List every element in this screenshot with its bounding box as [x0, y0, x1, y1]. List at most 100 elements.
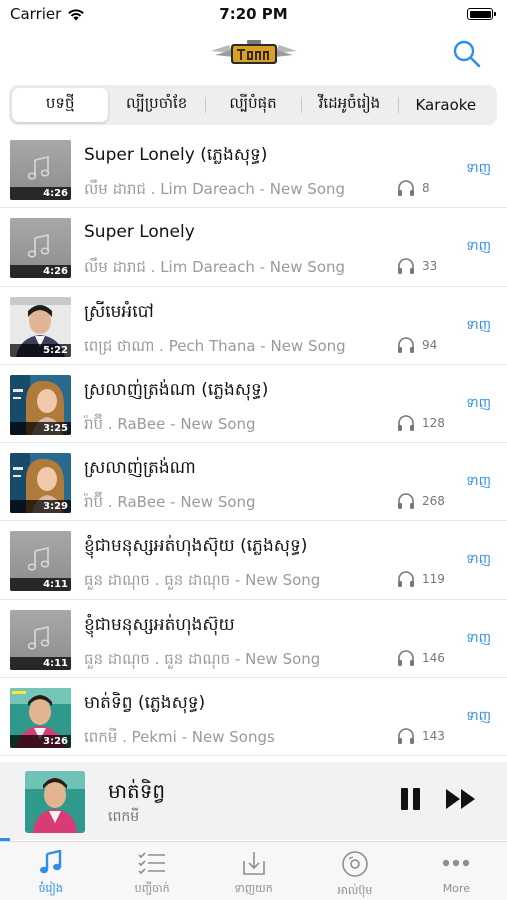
song-row[interactable]: 3:25 ស្រលាញ់ត្រង់ណា (ភ្លេងសុទ្ធ) រ៉ាប៊ី . … — [0, 365, 507, 444]
play-count-value: 94 — [422, 337, 438, 352]
more-icon — [443, 859, 470, 867]
play-count-value: 128 — [422, 415, 445, 430]
song-artist: រ៉ាប៊ី . RaBee - New Song — [84, 414, 256, 433]
download-button[interactable]: ទាញ — [466, 630, 491, 649]
song-title: Super Lonely — [84, 222, 195, 243]
download-button[interactable]: ទាញ — [466, 160, 491, 179]
play-count: 33 — [396, 256, 437, 276]
song-duration: 3:29 — [10, 500, 71, 514]
headphones-icon — [398, 258, 414, 275]
download-button[interactable]: ទាញ — [466, 551, 491, 570]
song-duration: 3:25 — [10, 421, 71, 435]
song-thumbnail: 4:26 — [10, 140, 71, 200]
song-thumbnail: 3:26 — [10, 688, 71, 749]
song-artist: រ៉ាប៊ី . RaBee - New Song — [84, 493, 256, 512]
song-artist: ធួន ដាណុច . ធួន ដាណុច - New Song — [84, 571, 321, 590]
album-icon — [342, 851, 368, 877]
song-duration: 4:26 — [10, 265, 71, 279]
song-duration: 4:11 — [10, 578, 71, 592]
tabbar-album[interactable]: អាល់ប៊ុម — [304, 842, 405, 900]
song-row[interactable]: 4:11 ខ្ញុំជាមនុស្សអត់ហុងស៊ុយធួន ដាណុច . ធ… — [0, 600, 507, 679]
song-thumbnail: 3:29 — [10, 453, 71, 514]
download-button[interactable]: ទាញ — [466, 395, 491, 414]
battery-icon — [467, 8, 496, 20]
category-tabs: បទថ្មី ល្បីប្រចាំខែ ល្បីបំផុត វីដេអូចំរៀ… — [9, 85, 497, 125]
tab-music-videos[interactable]: វីដេអូចំរៀង — [301, 88, 397, 122]
tab-karaoke[interactable]: Karaoke — [397, 88, 494, 122]
song-title: ខ្ញុំជាមនុស្សអត់ហុងស៊ុយ — [84, 614, 235, 635]
download-button[interactable]: ទាញ — [466, 708, 491, 727]
tonn-logo-icon — [209, 37, 299, 71]
song-duration: 4:26 — [10, 187, 71, 200]
play-count-value: 119 — [422, 572, 445, 587]
song-title: មាត់ទិព្វ (ភ្លេងសុទ្ធ) — [84, 693, 206, 714]
play-count: 8 — [396, 178, 430, 198]
carrier-label: Carrier — [10, 5, 62, 23]
song-title: Super Lonely (ភ្លេងសុទ្ធ) — [84, 145, 268, 165]
mini-player[interactable]: មាត់ទិព្វ ពេកមី — [0, 762, 507, 840]
tabbar-album-label: អាល់ប៊ុម — [337, 884, 373, 897]
tabbar-playlist[interactable]: បញ្ជីចាក់ — [101, 842, 202, 900]
song-row[interactable]: 5:22 ស្រីមេអំបៅពេជ្រ ថាណា . Pech Thana - … — [0, 287, 507, 365]
song-duration: 5:22 — [10, 343, 71, 357]
song-thumbnail: 4:11 — [10, 609, 71, 670]
pause-button[interactable] — [400, 786, 422, 812]
now-playing-title: មាត់ទិព្វ — [108, 779, 166, 803]
play-count-value: 8 — [422, 181, 430, 195]
tab-top-hits[interactable]: ល្បីបំផុត — [204, 88, 301, 122]
headphones-icon — [398, 571, 414, 588]
song-title: ស្រីមេអំបៅ — [84, 301, 154, 322]
song-thumbnail: 3:25 — [10, 374, 71, 435]
tabbar-songs-label: ចំរៀង — [38, 882, 63, 895]
play-count: 128 — [396, 413, 445, 433]
song-row[interactable]: 3:26 មាត់ទិព្វ (ភ្លេងសុទ្ធ) ពេកមី . Pekmi … — [0, 678, 507, 757]
song-artist: ធួន ដាណុច . ធួន ដាណុច - New Song — [84, 649, 321, 668]
tabbar-download-label: ទាញយក — [234, 882, 273, 895]
tab-monthly-hits[interactable]: ល្បីប្រចាំខែ — [108, 88, 204, 122]
song-thumbnail: 4:26 — [10, 218, 71, 279]
tabbar-playlist-label: បញ្ជីចាក់ — [134, 882, 170, 895]
search-button[interactable] — [451, 38, 483, 70]
now-playing-artwork — [25, 771, 85, 833]
song-thumbnail: 5:22 — [10, 296, 71, 357]
next-track-button[interactable] — [444, 786, 478, 812]
status-left: Carrier — [10, 5, 85, 23]
song-thumbnail: 4:11 — [10, 531, 71, 592]
play-count: 268 — [396, 491, 445, 511]
download-button[interactable]: ទាញ — [466, 317, 491, 336]
tab-bar: ចំរៀង បញ្ជីចាក់ ទាញយក អាល់ប៊ុម More — [0, 841, 507, 900]
play-count: 119 — [396, 569, 445, 589]
song-title: ស្រលាញ់ត្រង់ណា (ភ្លេងសុទ្ធ) — [84, 379, 269, 400]
tabbar-more-label: More — [442, 882, 470, 895]
download-button[interactable]: ទាញ — [466, 238, 491, 257]
song-artist: ពេកមី . Pekmi - New Songs — [84, 728, 275, 747]
song-row[interactable]: 4:11 ខ្ញុំជាមនុស្សអត់ហុងស៊ុយ (ភ្លេងសុទ្ធ)… — [0, 521, 507, 600]
download-icon — [242, 852, 265, 875]
song-row[interactable]: 4:26 Super Lonely (ភ្លេងសុទ្ធ) លឹម ដារាជ .… — [0, 130, 507, 209]
play-count: 143 — [396, 726, 445, 746]
song-title: ខ្ញុំជាមនុស្សអត់ហុងស៊ុយ (ភ្លេងសុទ្ធ) — [84, 536, 308, 557]
headphones-icon — [398, 728, 414, 745]
wifi-icon — [68, 8, 85, 20]
play-count-value: 33 — [422, 259, 438, 274]
headphones-icon — [398, 493, 414, 510]
music-note-icon — [39, 850, 61, 874]
song-row[interactable]: 3:29 ស្រលាញ់ត្រង់ណា រ៉ាប៊ី . RaBee - New S… — [0, 443, 507, 522]
tabbar-download[interactable]: ទាញយក — [203, 842, 304, 900]
song-row[interactable]: 4:26 Super Lonely លឹម ដារាជ . Lim Dareach … — [0, 208, 507, 287]
song-list: 4:26 Super Lonely (ភ្លេងសុទ្ធ) លឹម ដារាជ .… — [0, 130, 507, 757]
play-count-value: 268 — [422, 494, 445, 509]
nav-bar — [0, 28, 507, 80]
download-button[interactable]: ទាញ — [466, 473, 491, 492]
song-artist: ពេជ្រ ថាណា . Pech Thana - New Song — [84, 336, 346, 355]
tabbar-more[interactable]: More — [406, 842, 507, 900]
song-duration: 3:26 — [10, 735, 71, 749]
now-playing-artist: ពេកមី — [108, 809, 140, 825]
headphones-icon — [398, 180, 414, 196]
song-artist: លឹម ដារាជ . Lim Dareach - New Song — [84, 180, 346, 198]
tab-new-songs[interactable]: បទថ្មី — [12, 88, 109, 122]
song-duration: 4:11 — [10, 656, 71, 670]
headphones-icon — [398, 415, 414, 431]
tabbar-songs[interactable]: ចំរៀង — [0, 842, 101, 900]
play-count-value: 143 — [422, 729, 445, 744]
